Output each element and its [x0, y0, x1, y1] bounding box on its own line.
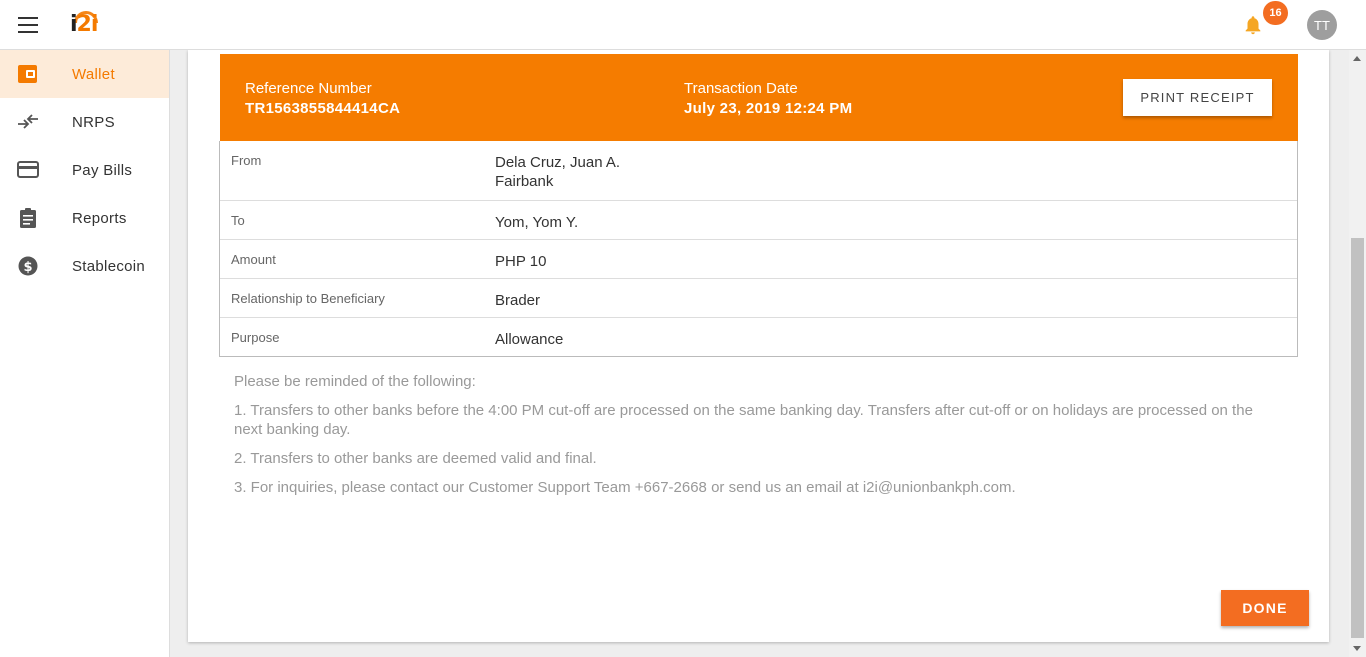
- row-label: To: [231, 213, 245, 228]
- sidebar-item-label: Reports: [72, 209, 127, 227]
- avatar[interactable]: TT: [1307, 10, 1337, 40]
- row-value: Dela Cruz, Juan A. Fairbank: [495, 153, 620, 191]
- table-row-amount: Amount PHP 10: [220, 239, 1297, 278]
- row-label: Purpose: [231, 330, 280, 345]
- clipboard-icon: [20, 208, 36, 228]
- transaction-date-value: July 23, 2019 12:24 PM: [684, 100, 853, 117]
- svg-text:$: $: [23, 260, 32, 275]
- scroll-down-arrow-icon[interactable]: [1353, 646, 1361, 651]
- sidebar-item-label: Pay Bills: [72, 161, 133, 179]
- transfer-arrows-icon: [18, 114, 38, 129]
- sidebar-item-label: Wallet: [72, 65, 115, 83]
- sidebar-item-wallet[interactable]: Wallet: [0, 50, 169, 98]
- bell-icon[interactable]: [1242, 13, 1264, 37]
- transaction-date-label: Transaction Date: [684, 80, 798, 97]
- row-label: Amount: [231, 252, 276, 267]
- transaction-details-table: From Dela Cruz, Juan A. Fairbank To Yom,…: [219, 141, 1298, 357]
- top-app-bar: i2i 16 TT: [0, 0, 1366, 50]
- table-row-to: To Yom, Yom Y.: [220, 200, 1297, 239]
- table-row-from: From Dela Cruz, Juan A. Fairbank: [220, 141, 1297, 200]
- row-label: From: [231, 153, 262, 168]
- credit-card-icon: [17, 161, 39, 178]
- table-row-relationship: Relationship to Beneficiary Brader: [220, 278, 1297, 317]
- receipt-header: Reference Number TR1563855844414CA Trans…: [220, 54, 1298, 141]
- reminder-notes: Please be reminded of the following: 1. …: [234, 372, 1284, 507]
- table-row-purpose: Purpose Allowance: [220, 317, 1297, 356]
- note-item: 3. For inquiries, please contact our Cus…: [234, 479, 1016, 496]
- app-logo[interactable]: i2i: [70, 11, 99, 39]
- from-bank: Fairbank: [495, 173, 554, 190]
- logo-2i: 2i: [76, 12, 99, 37]
- row-value: Allowance: [495, 331, 564, 348]
- from-name: Dela Cruz, Juan A.: [495, 154, 621, 171]
- row-value: PHP 10: [495, 253, 547, 270]
- wallet-icon: [18, 65, 37, 83]
- sidebar: Wallet NRPS Pay Bills Reports $ Stableco…: [0, 50, 170, 657]
- note-item: 2. Transfers to other banks are deemed v…: [234, 450, 597, 467]
- dollar-coin-icon: $: [18, 256, 38, 276]
- vertical-scrollbar[interactable]: [1349, 50, 1366, 657]
- menu-icon[interactable]: [18, 17, 38, 33]
- row-value: Brader: [495, 292, 541, 309]
- sidebar-item-pay-bills[interactable]: Pay Bills: [0, 146, 169, 194]
- receipt-card: Reference Number TR1563855844414CA Trans…: [188, 50, 1329, 642]
- done-button[interactable]: DONE: [1221, 590, 1309, 626]
- scrollbar-thumb[interactable]: [1351, 238, 1364, 638]
- sidebar-item-label: NRPS: [72, 113, 115, 131]
- note-item: 1. Transfers to other banks before the 4…: [234, 402, 1253, 438]
- sidebar-item-reports[interactable]: Reports: [0, 194, 169, 242]
- sidebar-item-stablecoin[interactable]: $ Stablecoin: [0, 242, 169, 290]
- sidebar-item-label: Stablecoin: [72, 257, 146, 275]
- row-value: Yom, Yom Y.: [495, 214, 579, 231]
- scroll-up-arrow-icon[interactable]: [1353, 56, 1361, 61]
- notification-badge: 16: [1263, 1, 1288, 25]
- row-label: Relationship to Beneficiary: [231, 291, 385, 306]
- reference-number-value: TR1563855844414CA: [245, 100, 401, 117]
- print-receipt-button[interactable]: PRINT RECEIPT: [1123, 79, 1272, 116]
- sidebar-item-nrps[interactable]: NRPS: [0, 98, 169, 146]
- reference-number-label: Reference Number: [245, 80, 372, 97]
- notes-intro: Please be reminded of the following:: [234, 373, 476, 390]
